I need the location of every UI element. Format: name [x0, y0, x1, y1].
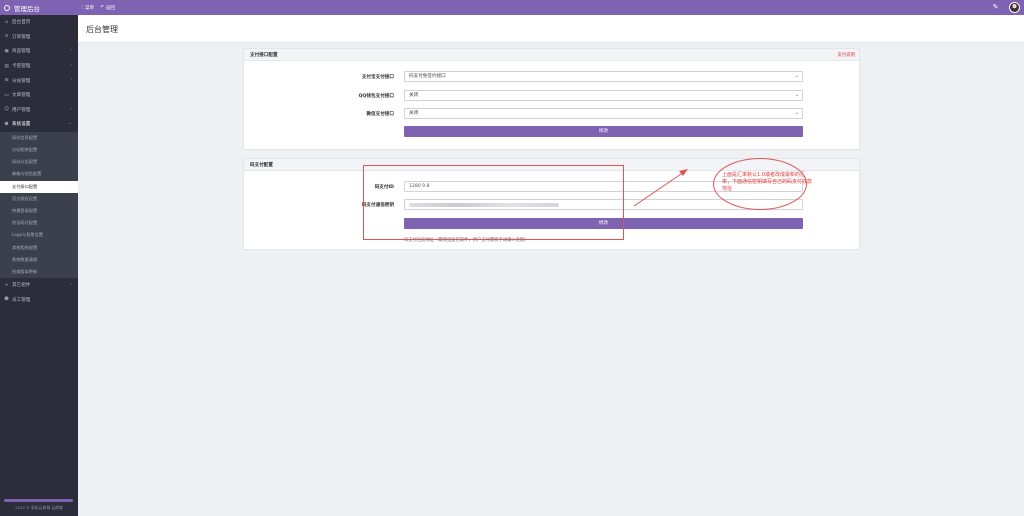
card-header: 支付接口配置 支付说明: [244, 49, 859, 61]
top-actions: ⫶ 菜单 ↶ 返回: [82, 0, 115, 15]
sidebar-item-settings[interactable]: ⚙ 系统设置 ⌄: [0, 117, 78, 132]
sidebar-item-staff[interactable]: ☻ 员工管理: [0, 293, 78, 308]
wrench-icon[interactable]: ✎: [992, 4, 999, 11]
submenu-item[interactable]: 验证码开配置: [0, 217, 78, 229]
sidebar-item-home[interactable]: ⌂ 后台首页: [0, 15, 78, 30]
user-icon: ☻: [4, 297, 9, 303]
page-title: 后台管理: [86, 25, 118, 34]
sidebar-scrollbar[interactable]: [4, 499, 73, 502]
users-icon: ☺: [4, 107, 9, 113]
cube-icon: ▣: [4, 48, 9, 54]
sidebar-item-products[interactable]: ▣ 商品管理 ‹: [0, 44, 78, 59]
wxpay-label: 微信支付接口: [366, 112, 394, 117]
sidebar-item-label: 后台首页: [12, 20, 31, 26]
submenu-item[interactable]: 分站相关配置: [0, 144, 78, 156]
chevron-down-icon: ⌄: [68, 121, 72, 127]
card-title: 支付接口配置: [250, 52, 278, 58]
wxpay-value: 关闭: [409, 111, 419, 116]
alipay-label: 支付宝支付接口: [361, 75, 394, 80]
home-icon: ⌂: [5, 19, 8, 25]
sidebar-item-label: 员工管理: [12, 297, 31, 303]
sidebar-item-label: 用户管理: [12, 107, 31, 113]
sidebar-item-cards[interactable]: ▤ 卡密管理 ‹: [0, 59, 78, 74]
alipay-select[interactable]: 码支付免签约接口 ⌄: [404, 71, 803, 82]
qqpay-label: QQ钱包支付接口: [358, 94, 394, 99]
form-row-wxpay: 微信支付接口 关闭 ⌄: [244, 108, 861, 120]
settings-submenu: 网站信息配置 分站相关配置 网站公告配置 邮箱与短信配置 支付接口配置 官方版权…: [0, 131, 78, 278]
menu-label: 菜单: [85, 5, 95, 11]
top-bar: 管理后台 ⫶ 菜单 ↶ 返回 ✎: [0, 0, 1024, 15]
wxpay-select[interactable]: 关闭 ⌄: [404, 108, 803, 119]
alipay-value: 码支付免签约接口: [409, 74, 446, 79]
submenu-item[interactable]: 邮箱与短信配置: [0, 168, 78, 180]
submenu-item[interactable]: 检查版本更新: [0, 266, 78, 278]
submenu-item[interactable]: 其他相关配置: [0, 241, 78, 253]
annotation-text: 上面是汇率默认1.0或者改成最新的汇率，下面通信密钥填写自己的码支付收款地址: [722, 172, 813, 192]
list-icon: ≡: [4, 34, 9, 40]
menu-button[interactable]: ⫶ 菜单: [82, 5, 94, 11]
file-icon: ▭: [4, 92, 9, 98]
chevron-left-icon: ‹: [70, 106, 72, 112]
back-label: 返回: [105, 5, 115, 11]
card-icon: ▤: [4, 63, 9, 69]
back-button[interactable]: ↶ 返回: [100, 5, 115, 11]
annotation-box: [363, 165, 624, 240]
pay-help-link[interactable]: 支付说明: [837, 52, 855, 58]
sidebar-item-users[interactable]: ☺ 用户管理 ‹: [0, 103, 78, 118]
sidebar-item-label: 卡密管理: [12, 64, 31, 70]
chevron-down-icon: ⌄: [794, 110, 799, 116]
pay-config-card: 支付接口配置 支付说明 支付宝支付接口 码支付免签约接口 ⌄ QQ钱包支付接口 …: [243, 48, 860, 150]
submenu-item[interactable]: 系统数据清理: [0, 254, 78, 266]
sidebar-item-label: 订单管理: [12, 34, 31, 40]
top-right: ✎: [992, 2, 1020, 13]
chevron-left-icon: ‹: [70, 62, 72, 68]
sidebar-item-label: 文章管理: [12, 93, 31, 99]
sidebar-item-label: 其它组件: [12, 283, 31, 289]
sidebar-item-components[interactable]: ∞ 其它组件 ‹: [0, 278, 78, 293]
sidebar-item-label: 分站管理: [12, 78, 31, 84]
back-icon: ↶: [100, 5, 104, 10]
sitemap-icon: ⊞: [4, 78, 9, 84]
form-row-alipay: 支付宝支付接口 码支付免签约接口 ⌄: [244, 71, 861, 83]
logo-icon: [4, 4, 10, 11]
pay-save-button[interactable]: 修改: [404, 126, 803, 137]
brand[interactable]: 管理后台: [4, 0, 40, 15]
chevron-down-icon: ⌄: [794, 92, 799, 98]
chevron-left-icon: ‹: [70, 48, 72, 54]
form-row-qqpay: QQ钱包支付接口 关闭 ⌄: [244, 90, 861, 102]
avatar[interactable]: [1009, 2, 1020, 13]
puzzle-icon: ∞: [4, 282, 9, 288]
brand-title: 管理后台: [14, 4, 40, 13]
menu-icon: ⫶: [82, 5, 84, 11]
gear-icon: ⚙: [4, 121, 9, 127]
submenu-item-pay-config[interactable]: 支付接口配置: [0, 180, 78, 193]
chevron-left-icon: ‹: [70, 282, 72, 287]
sidebar-item-label: 系统设置: [12, 122, 31, 128]
submenu-item[interactable]: 官方版权设置: [0, 193, 78, 205]
qqpay-value: 关闭: [409, 93, 419, 98]
qqpay-select[interactable]: 关闭 ⌄: [404, 90, 803, 101]
sidebar-item-label: 商品管理: [12, 49, 31, 55]
page-header: 后台管理: [78, 15, 1024, 43]
sidebar-item-substations[interactable]: ⊞ 分站管理 ‹: [0, 73, 78, 88]
submenu-item[interactable]: Logo与背景设置: [0, 229, 78, 241]
sidebar-footer: 2022 © 彩虹云商城 云商城: [15, 505, 63, 510]
card-title: 码支付配置: [250, 162, 273, 168]
submenu-item[interactable]: 网站信息配置: [0, 132, 78, 144]
submenu-item[interactable]: 网站公告配置: [0, 156, 78, 168]
sidebar: ⌂ 后台首页 ≡ 订单管理 ▣ 商品管理 ‹ ▤ 卡密管理 ‹ ⊞ 分站管理 ‹…: [0, 15, 78, 516]
submenu-item[interactable]: 快捷登录配置: [0, 205, 78, 217]
chevron-down-icon: ⌄: [794, 73, 799, 79]
sidebar-item-orders[interactable]: ≡ 订单管理: [0, 30, 78, 45]
sidebar-item-articles[interactable]: ▭ 文章管理: [0, 88, 78, 103]
chevron-left-icon: ‹: [70, 77, 72, 83]
